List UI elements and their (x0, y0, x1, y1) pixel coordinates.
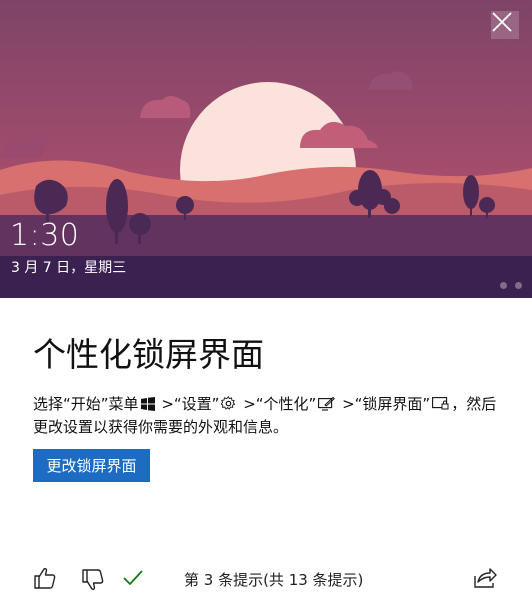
carousel-dot[interactable] (500, 282, 507, 289)
desc-text: >“个性化” (238, 395, 317, 413)
thumbs-up-icon[interactable] (32, 565, 58, 591)
windows-logo-icon (140, 397, 155, 411)
tip-title: 个性化锁屏界面 (33, 335, 264, 374)
tip-description: 选择“开始”菜单 >“设置” >“个性化” >“锁屏界面” ，然后更改设置以获得… (33, 393, 503, 439)
close-icon (492, 12, 512, 32)
gear-icon (221, 396, 236, 410)
lock-screen-icon (432, 397, 449, 410)
sunset-landscape-illustration (0, 0, 532, 298)
personalization-icon (318, 396, 336, 411)
share-icon[interactable] (472, 564, 498, 590)
carousel-dot[interactable] (515, 282, 522, 289)
desc-text: >“锁屏界面” (337, 395, 431, 413)
lock-screen-date: 3 月 7 日，星期三 (11, 260, 127, 276)
lock-screen-time: 1:30 (10, 218, 80, 253)
lock-screen-preview: 1:30 3 月 7 日，星期三 (0, 0, 532, 298)
tip-footer: 第 3 条提示(共 13 条提示) (0, 560, 532, 596)
carousel-dots (500, 282, 522, 289)
check-icon[interactable] (122, 567, 144, 589)
change-lock-screen-button[interactable]: 更改锁屏界面 (33, 449, 150, 482)
close-button[interactable] (491, 11, 519, 39)
desc-text: 选择“开始”菜单 (33, 395, 139, 413)
desc-text: >“设置” (156, 395, 220, 413)
tip-counter: 第 3 条提示(共 13 条提示) (184, 571, 364, 589)
thumbs-down-icon[interactable] (80, 567, 106, 593)
